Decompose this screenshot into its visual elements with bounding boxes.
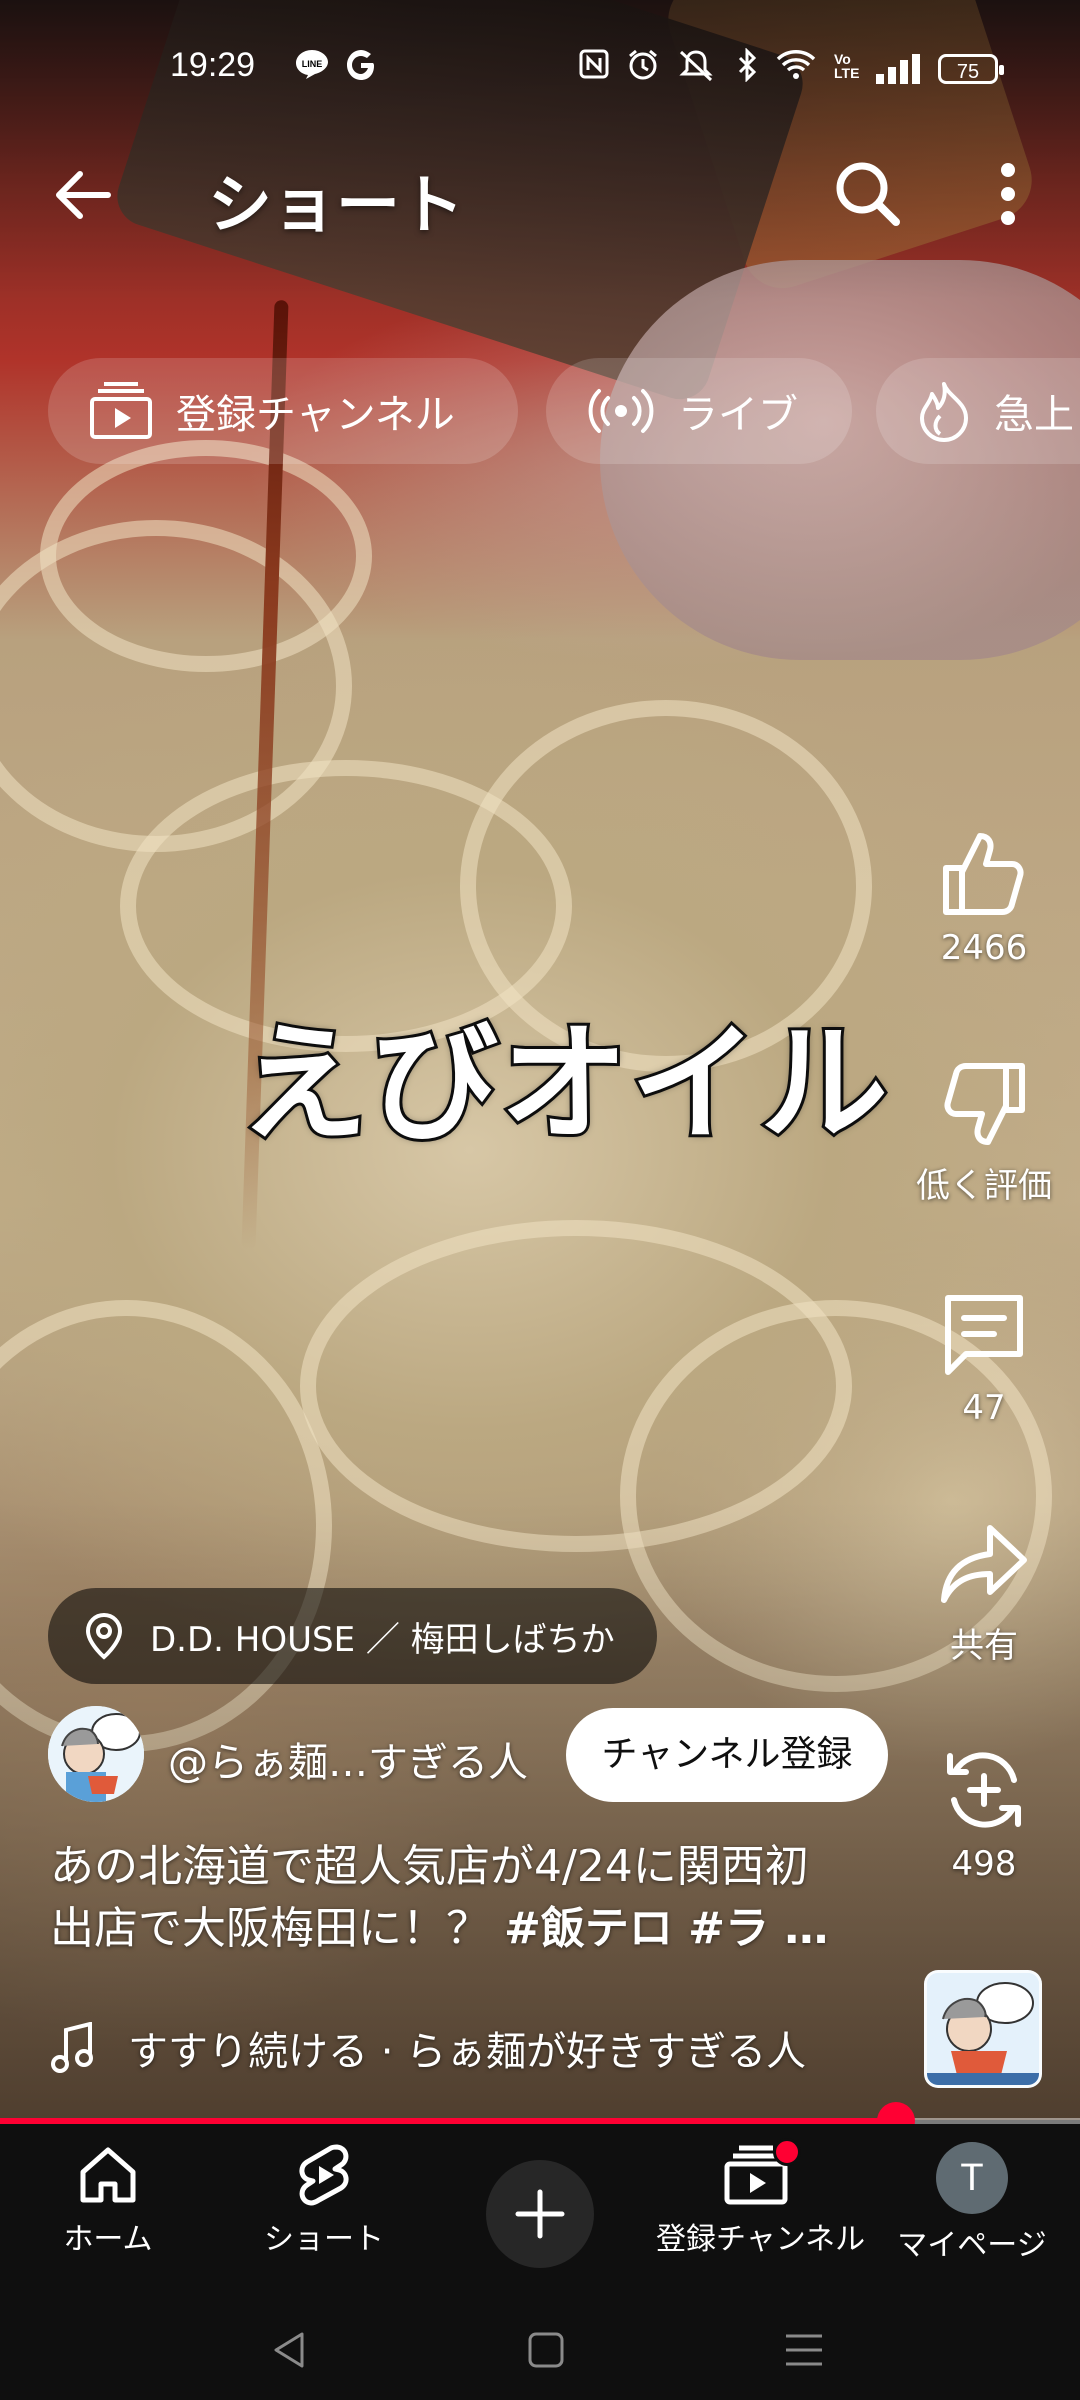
google-icon bbox=[344, 48, 378, 89]
nav-me-label: マイページ bbox=[897, 2228, 1047, 2263]
thumb-up-icon bbox=[943, 833, 1024, 915]
system-back-icon[interactable] bbox=[268, 2328, 312, 2372]
share-icon bbox=[941, 1525, 1027, 1603]
shorts-icon bbox=[299, 2144, 349, 2206]
music-label: すすり続ける · らぁ麺が好きすぎる人 bbox=[128, 2029, 807, 2075]
search-icon[interactable] bbox=[828, 154, 908, 234]
system-home-icon[interactable] bbox=[524, 2328, 568, 2372]
chip-bar: 登録チャンネル ライブ 急上 bbox=[0, 358, 1080, 468]
wifi-icon bbox=[776, 48, 816, 87]
chip-subscriptions-label: 登録チャンネル bbox=[176, 392, 455, 438]
trending-flame-icon bbox=[920, 382, 968, 442]
location-pin-icon bbox=[85, 1612, 123, 1660]
nfc-icon bbox=[578, 48, 610, 87]
remix-count: 498 bbox=[951, 1844, 1017, 1884]
channel-handle[interactable]: @らぁ麺…すぎる人 bbox=[168, 1730, 528, 1788]
chip-trending-label: 急上 bbox=[994, 392, 1074, 438]
dislike-button[interactable]: 低く評価 bbox=[904, 1056, 1064, 1207]
alarm-icon bbox=[626, 48, 660, 89]
home-icon bbox=[80, 2147, 136, 2203]
mute-icon bbox=[676, 48, 716, 89]
description-hashtags[interactable]: #飯テロ #ラ … bbox=[504, 1903, 828, 1954]
location-chip[interactable]: D.D. HOUSE ／ 梅田しばちか bbox=[48, 1588, 657, 1684]
system-nav-bar bbox=[0, 2300, 1080, 2400]
thumb-down-icon bbox=[944, 1063, 1025, 1145]
nav-home[interactable]: ホーム bbox=[8, 2142, 208, 2258]
nav-subscriptions[interactable]: 登録チャンネル bbox=[656, 2138, 866, 2258]
volte-icon: Vo LTE bbox=[834, 51, 860, 81]
svg-text:LINE: LINE bbox=[302, 59, 323, 69]
nav-shorts[interactable]: ショート bbox=[224, 2142, 424, 2258]
remix-icon bbox=[947, 1752, 1021, 1828]
description-line: あの北海道で超人気店が4/24に関西初 bbox=[50, 1841, 809, 1892]
chip-trending[interactable]: 急上 bbox=[876, 358, 1080, 464]
more-vert-icon[interactable] bbox=[978, 154, 1038, 234]
nav-subscriptions-label: 登録チャンネル bbox=[656, 2222, 866, 2257]
status-time: 19:29 bbox=[170, 46, 256, 84]
nav-me[interactable]: T マイページ bbox=[872, 2142, 1072, 2264]
shorts-screen: 19:29 LINE Vo LTE 75 ショート 登録チャンネル ライブ 急上… bbox=[0, 0, 1080, 2400]
music-thumbnail[interactable] bbox=[924, 1970, 1042, 2088]
music-note-icon bbox=[51, 2022, 93, 2073]
nav-shorts-label: ショート bbox=[264, 2222, 384, 2257]
channel-avatar[interactable] bbox=[48, 1706, 144, 1802]
notification-dot bbox=[773, 2138, 801, 2166]
status-bar: 19:29 LINE Vo LTE 75 bbox=[0, 0, 1080, 140]
share-button[interactable]: 共有 bbox=[904, 1516, 1064, 1667]
comment-icon bbox=[945, 1295, 1023, 1375]
video-overlay-caption: えびオイル bbox=[237, 1007, 891, 1162]
remix-button[interactable]: 498 bbox=[904, 1742, 1064, 1884]
like-count: 2466 bbox=[940, 928, 1028, 968]
nav-home-label: ホーム bbox=[63, 2222, 153, 2257]
system-recents-icon[interactable] bbox=[782, 2328, 826, 2372]
top-bar: ショート bbox=[0, 140, 1080, 250]
create-button[interactable] bbox=[486, 2160, 594, 2268]
subscribe-button[interactable]: チャンネル登録 bbox=[566, 1708, 888, 1802]
bottom-nav: ホーム ショート 登録チャンネル T マイページ bbox=[0, 2124, 1080, 2300]
chip-subscriptions[interactable]: 登録チャンネル bbox=[48, 358, 518, 464]
description-line: 出店で大阪梅田に！？ #飯テロ #ラ … bbox=[50, 1898, 880, 1960]
dislike-label: 低く評価 bbox=[916, 1166, 1052, 1206]
comment-count: 47 bbox=[962, 1388, 1006, 1428]
music-row[interactable]: すすり続ける · らぁ麺が好きすぎる人 bbox=[50, 2018, 910, 2078]
like-button[interactable]: 2466 bbox=[904, 826, 1064, 968]
channel-row: @らぁ麺…すぎる人 チャンネル登録 bbox=[48, 1706, 908, 1806]
location-label: D.D. HOUSE ／ 梅田しばちか bbox=[150, 1619, 615, 1660]
subscriptions-icon bbox=[90, 382, 152, 439]
description-text: 出店で大阪梅田に！？ bbox=[50, 1903, 504, 1954]
share-label: 共有 bbox=[950, 1626, 1018, 1666]
chip-live-label: ライブ bbox=[678, 392, 798, 438]
comments-button[interactable]: 47 bbox=[904, 1286, 1064, 1428]
live-icon bbox=[588, 389, 654, 433]
signal-icon bbox=[876, 54, 920, 84]
line-icon: LINE bbox=[294, 48, 330, 87]
user-avatar: T bbox=[936, 2142, 1008, 2214]
battery-icon: 75 bbox=[938, 54, 1004, 84]
page-title: ショート bbox=[208, 169, 464, 243]
video-description[interactable]: あの北海道で超人気店が4/24に関西初 出店で大阪梅田に！？ #飯テロ #ラ … bbox=[50, 1836, 880, 1960]
plus-icon bbox=[515, 2189, 565, 2239]
bluetooth-icon bbox=[736, 47, 760, 89]
chip-live[interactable]: ライブ bbox=[546, 358, 852, 464]
back-arrow-icon[interactable] bbox=[48, 160, 118, 230]
